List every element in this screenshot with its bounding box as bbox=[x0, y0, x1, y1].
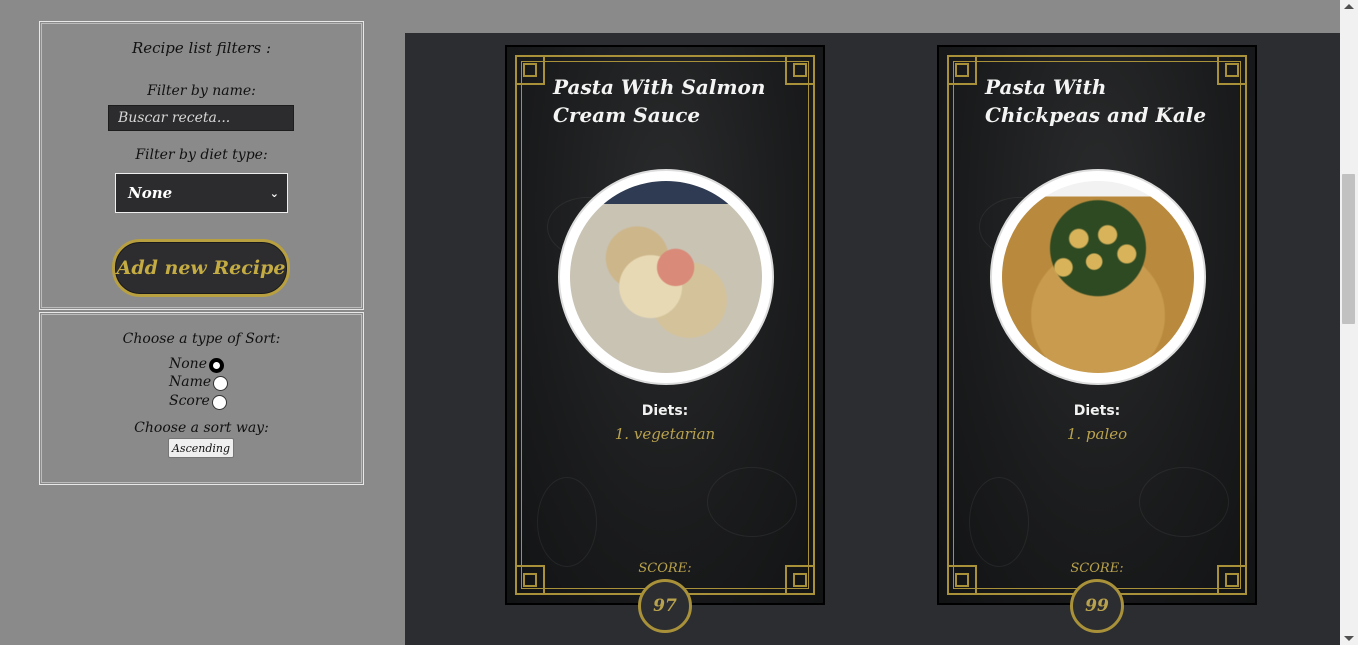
vertical-scrollbar[interactable] bbox=[1340, 0, 1358, 645]
card-background: Pasta With Salmon Cream Sauce Diets: 1. … bbox=[507, 47, 823, 603]
card-background: Pasta With Chickpeas and Kale Diets: 1. … bbox=[939, 47, 1255, 603]
filters-panel: Recipe list filters : Filter by name: Fi… bbox=[39, 21, 364, 310]
name-filter-label: Filter by name: bbox=[147, 83, 256, 99]
recipe-card[interactable]: Pasta With Salmon Cream Sauce Diets: 1. … bbox=[505, 45, 825, 633]
chevron-down-icon: ⌄ bbox=[269, 186, 279, 200]
sort-option-label: None bbox=[169, 356, 207, 372]
scroll-down-arrow-icon[interactable] bbox=[1344, 636, 1354, 641]
recipe-image bbox=[558, 169, 774, 385]
filters-title: Recipe list filters : bbox=[131, 39, 272, 57]
name-filter-input[interactable] bbox=[108, 105, 294, 131]
diet-item: 1. paleo bbox=[1066, 425, 1128, 443]
recipe-title[interactable]: Pasta With Salmon Cream Sauce bbox=[553, 73, 793, 129]
corner-ornament bbox=[515, 55, 545, 85]
diet-filter-label: Filter by diet type: bbox=[135, 147, 268, 163]
radio-button[interactable] bbox=[211, 395, 227, 410]
dish-photo bbox=[570, 181, 762, 373]
recipe-title[interactable]: Pasta With Chickpeas and Kale bbox=[985, 73, 1225, 129]
radio-button[interactable] bbox=[213, 376, 229, 391]
diets-label: Diets: bbox=[1073, 403, 1121, 419]
score-label: SCORE: bbox=[638, 561, 692, 576]
score-label: SCORE: bbox=[1070, 561, 1124, 576]
radio-button-checked[interactable] bbox=[208, 358, 224, 373]
recipe-card[interactable]: Pasta With Chickpeas and Kale Diets: 1. … bbox=[937, 45, 1257, 633]
sort-option-label: Name bbox=[169, 374, 212, 390]
diet-type-select[interactable]: None ⌄ bbox=[115, 173, 288, 213]
sort-option-score[interactable]: Score bbox=[169, 392, 227, 410]
diet-select-value: None bbox=[128, 184, 173, 202]
diet-item: 1. vegetarian bbox=[614, 425, 716, 443]
sort-option-none[interactable]: None bbox=[169, 355, 224, 373]
scroll-up-arrow-icon[interactable] bbox=[1344, 4, 1354, 9]
score-badge: 99 bbox=[1070, 579, 1124, 633]
sort-type-title: Choose a type of Sort: bbox=[122, 331, 281, 347]
scrollbar-thumb[interactable] bbox=[1342, 174, 1355, 324]
sort-option-name[interactable]: Name bbox=[169, 373, 229, 391]
diets-label: Diets: bbox=[641, 403, 689, 419]
dish-photo bbox=[1002, 181, 1194, 373]
recipe-cards-area: Pasta With Salmon Cream Sauce Diets: 1. … bbox=[405, 33, 1340, 645]
recipe-image bbox=[990, 169, 1206, 385]
sort-way-title: Choose a sort way: bbox=[134, 420, 269, 436]
add-recipe-button[interactable]: Add new Recipe bbox=[112, 239, 290, 297]
score-badge: 97 bbox=[638, 579, 692, 633]
sort-panel: Choose a type of Sort: None Name Score C… bbox=[39, 312, 364, 485]
corner-ornament bbox=[947, 55, 977, 85]
sort-option-label: Score bbox=[169, 393, 210, 409]
sort-direction-button[interactable]: Ascending bbox=[168, 438, 234, 458]
